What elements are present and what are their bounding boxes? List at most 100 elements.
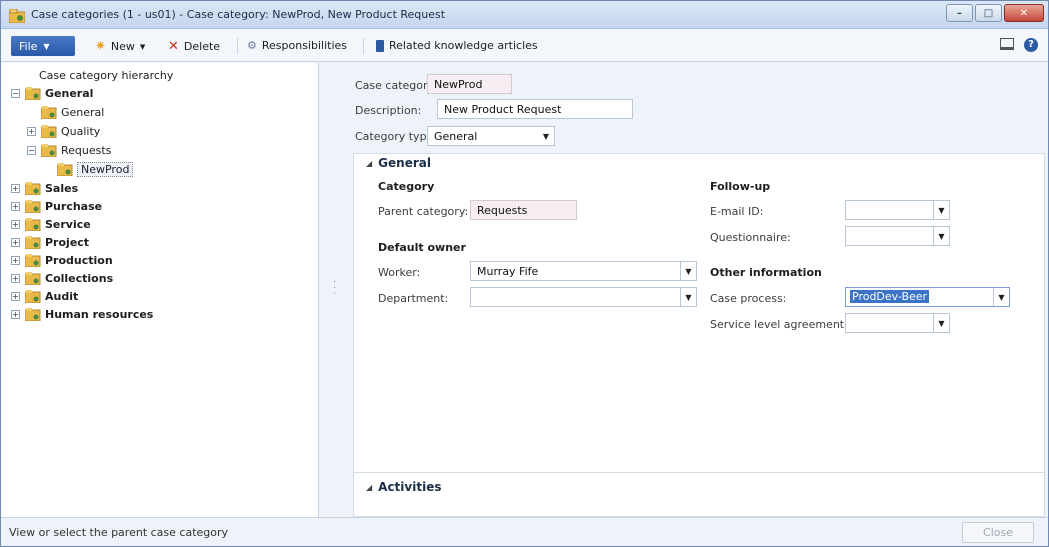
expand-icon[interactable]: + [11, 219, 20, 229]
worker-select[interactable]: Murray Fife ▼ [470, 261, 697, 281]
category-type-select[interactable]: General ▼ [427, 126, 555, 146]
tree-node-label: Requests [61, 143, 112, 157]
window-title: Case categories (1 - us01) - Case catego… [31, 8, 446, 21]
tree-node-label: Project [45, 235, 90, 249]
close-window-button[interactable]: ✕ [1004, 4, 1044, 22]
folder-icon [25, 199, 41, 213]
tree-node-quality[interactable]: + Quality [27, 122, 100, 140]
tree-node-human-resources[interactable]: + Human resources [11, 305, 153, 323]
close-button[interactable]: Close [962, 522, 1034, 543]
default-owner-group-title: Default owner [378, 241, 466, 254]
expand-icon[interactable]: + [11, 291, 20, 301]
title-bar: Case categories (1 - us01) - Case catego… [1, 1, 1048, 29]
expand-icon[interactable]: + [11, 273, 20, 283]
tree-node-label: Audit [45, 289, 79, 303]
email-id-select[interactable]: ▼ [845, 200, 950, 220]
expand-icon[interactable]: + [11, 237, 20, 247]
responsibilities-button[interactable]: ⚙ Responsibilities [247, 39, 347, 52]
app-icon [9, 9, 25, 23]
email-id-label: E-mail ID: [710, 205, 764, 218]
activities-section-header[interactable]: ◢ Activities [366, 480, 441, 494]
related-articles-button[interactable]: Related knowledge articles [376, 39, 538, 52]
tree-node-production[interactable]: + Production [11, 251, 113, 269]
folder-icon [25, 217, 41, 231]
category-tree-pane: Case category hierarchy − General Genera… [1, 63, 319, 517]
follow-up-group-title: Follow-up [710, 180, 771, 193]
chevron-down-icon[interactable]: ▼ [993, 288, 1009, 306]
description-field[interactable]: New Product Request [437, 99, 633, 119]
chevron-down-icon[interactable]: ▼ [933, 227, 949, 245]
category-group-title: Category [378, 180, 435, 193]
tree-node-purchase[interactable]: + Purchase [11, 197, 102, 215]
chevron-down-icon[interactable]: ▼ [933, 201, 949, 219]
expand-icon[interactable]: + [11, 201, 20, 211]
help-icon[interactable]: ? [1024, 38, 1038, 52]
tree-node-label: Purchase [45, 199, 103, 213]
case-category-field[interactable]: NewProd [427, 74, 512, 94]
responsibilities-icon: ⚙ [247, 39, 257, 52]
folder-icon [41, 143, 57, 157]
tree-node-requests[interactable]: − Requests [27, 141, 111, 159]
application-window: Case categories (1 - us01) - Case catego… [0, 0, 1049, 547]
folder-icon [25, 235, 41, 249]
new-button-label: New [110, 40, 135, 53]
worker-label: Worker: [378, 266, 421, 279]
tree-node-general-child[interactable]: General [41, 103, 104, 121]
tree-node-collections[interactable]: + Collections [11, 269, 113, 287]
tree-node-service[interactable]: + Service [11, 215, 91, 233]
splitter-grip-icon[interactable]: · · · [333, 278, 337, 300]
collapse-icon[interactable]: − [27, 145, 36, 155]
folder-icon [25, 181, 41, 195]
folder-icon [25, 307, 41, 321]
new-button[interactable]: ✷ New ▼ [95, 39, 145, 54]
delete-x-icon: ✕ [168, 39, 179, 54]
tree-node-general[interactable]: − General [11, 84, 93, 102]
questionnaire-select[interactable]: ▼ [845, 226, 950, 246]
tree-node-label: General [45, 86, 94, 100]
parent-category-field[interactable]: Requests [470, 200, 577, 220]
category-type-value: General [434, 130, 478, 143]
file-menu-label: File [19, 39, 38, 53]
tree-node-label: Production [45, 253, 113, 267]
toolbar-separator [363, 38, 364, 54]
case-category-label: Case category: [355, 79, 437, 92]
book-icon [376, 39, 384, 52]
general-section-header[interactable]: ◢ General [366, 156, 431, 170]
sla-label: Service level agreement: [710, 318, 848, 331]
expand-icon[interactable]: + [11, 255, 20, 265]
collapse-icon[interactable]: − [11, 88, 20, 98]
new-star-icon: ✷ [95, 39, 106, 54]
department-select[interactable]: ▼ [470, 287, 697, 307]
chevron-down-icon[interactable]: ▼ [538, 127, 554, 145]
collapse-triangle-icon: ◢ [366, 158, 373, 168]
minimize-button[interactable]: – [946, 4, 973, 22]
worker-value: Murray Fife [477, 265, 539, 278]
chevron-down-icon[interactable]: ▼ [680, 288, 696, 306]
tree-node-sales[interactable]: + Sales [11, 179, 78, 197]
case-process-value: ProdDev-Beer [850, 290, 930, 303]
tree-node-newprod[interactable]: NewProd [57, 160, 134, 178]
questionnaire-label: Questionnaire: [710, 231, 791, 244]
tree-node-label: Human resources [45, 307, 154, 321]
chevron-down-icon[interactable]: ▼ [680, 262, 696, 280]
layout-toggle-icon[interactable] [1000, 38, 1014, 50]
expand-icon[interactable]: + [11, 309, 20, 319]
folder-icon [25, 289, 41, 303]
category-type-label: Category type: [355, 130, 438, 143]
tree-node-project[interactable]: + Project [11, 233, 89, 251]
folder-icon [25, 253, 41, 267]
file-menu-button[interactable]: File ▼ [11, 36, 75, 56]
chevron-down-icon[interactable]: ▼ [933, 314, 949, 332]
tree-node-label: Sales [45, 181, 79, 195]
sla-select[interactable]: ▼ [845, 313, 950, 333]
expand-icon[interactable]: + [11, 183, 20, 193]
maximize-button[interactable]: □ [975, 4, 1002, 22]
case-process-select[interactable]: ProdDev-Beer ▼ [845, 287, 1010, 307]
case-process-label: Case process: [710, 292, 787, 305]
tree-node-audit[interactable]: + Audit [11, 287, 78, 305]
expand-icon[interactable]: + [27, 126, 36, 136]
delete-button[interactable]: ✕ Delete [168, 39, 220, 54]
pane-splitter[interactable]: · · · [319, 63, 351, 517]
collapse-triangle-icon: ◢ [366, 482, 373, 492]
chevron-down-icon: ▼ [43, 41, 50, 51]
